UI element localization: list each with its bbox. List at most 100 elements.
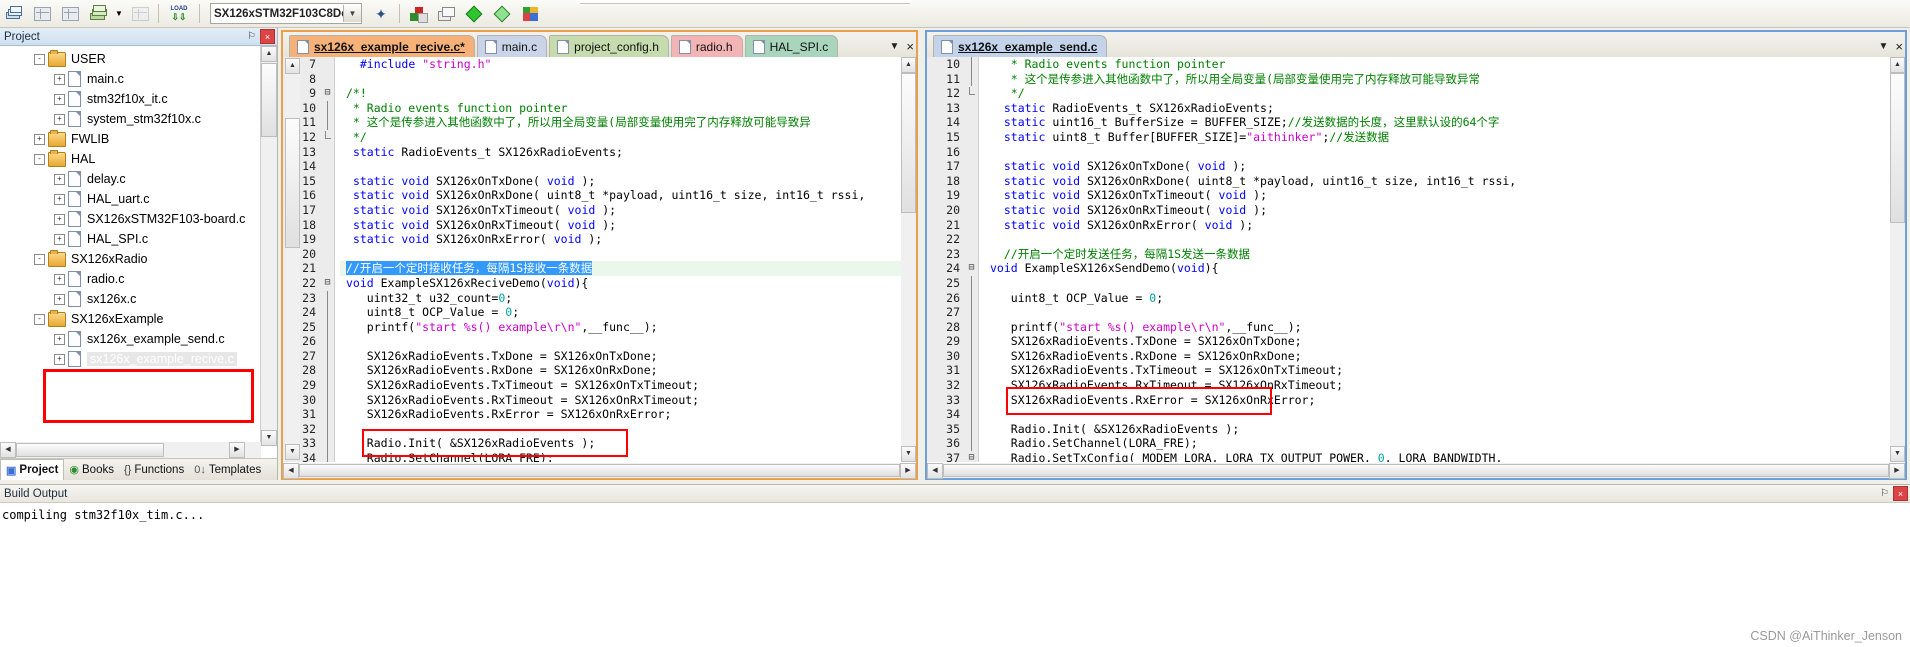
fold-toggle-icon[interactable]: ⊟ [321, 275, 334, 291]
code-line[interactable]: 23 uint32_t u32_count=0; [283, 290, 916, 306]
expand-icon[interactable]: + [54, 293, 65, 305]
scroll-down-arrow[interactable]: ▼ [285, 444, 300, 460]
code-line[interactable]: 27 [927, 305, 1905, 321]
code-line[interactable]: 21 static void SX126xOnRxError( void ); [927, 217, 1905, 233]
pin-icon[interactable]: ⚐ [245, 30, 258, 43]
workspace-vscrollbar[interactable]: ▲ ▼ [285, 58, 300, 460]
scroll-left-arrow[interactable]: ◀ [927, 462, 943, 479]
chevron-down-icon[interactable]: ▼ [343, 5, 361, 22]
code-line[interactable]: 18 static void SX126xOnRxDone( uint8_t *… [927, 173, 1905, 189]
code-line[interactable]: 36 Radio.SetChannel(LORA_FRE); [927, 436, 1905, 452]
fold-toggle-icon[interactable]: ⊟ [321, 86, 334, 101]
right-editor-tabstrip[interactable]: sx126x_example_send.c ▼ × [927, 32, 1905, 58]
tree-item-sx126xstm32f103-board-c[interactable]: + SX126xSTM32F103-board.c [0, 209, 260, 229]
tab-books[interactable]: ◉ Books [64, 460, 119, 480]
project-tree-hscrollbar[interactable]: ◀ ▶ [0, 442, 261, 458]
scroll-thumb[interactable] [261, 63, 277, 137]
code-line[interactable]: 26 uint8_t OCP_Value = 0; [927, 290, 1905, 306]
expand-icon[interactable]: + [54, 353, 65, 365]
code-line[interactable]: 20 [283, 246, 916, 262]
expand-icon[interactable]: + [34, 133, 45, 145]
batch-build-icon[interactable] [85, 2, 111, 26]
code-line[interactable]: 25 [927, 275, 1905, 291]
collapse-icon[interactable]: - [34, 253, 45, 265]
code-line[interactable]: 28 SX126xRadioEvents.RxDone = SX126xOnRx… [283, 363, 916, 379]
scroll-thumb[interactable] [901, 73, 916, 213]
scroll-down-arrow[interactable]: ▼ [1890, 446, 1905, 462]
close-icon[interactable]: × [1895, 39, 1903, 54]
code-line[interactable]: 16 [927, 144, 1905, 160]
tab-templates[interactable]: 0↓ Templates [189, 460, 266, 480]
expand-icon[interactable]: + [54, 173, 65, 185]
code-line[interactable]: 32 SX126xRadioEvents.RxTimeout = SX126xO… [927, 378, 1905, 394]
scroll-thumb[interactable] [1890, 73, 1905, 223]
project-pane-tabs[interactable]: ▣ Project ◉ Books{} Functions 0↓ Templates [0, 458, 277, 480]
collapse-icon[interactable]: - [34, 53, 45, 65]
code-line[interactable]: 19 static void SX126xOnRxError( void ); [283, 232, 916, 247]
green-diamond-icon[interactable] [461, 2, 487, 26]
scroll-thumb[interactable] [285, 118, 300, 248]
tree-item-hal_uart-c[interactable]: + HAL_uart.c [0, 189, 260, 209]
editor-tab-project_config-h[interactable]: project_config.h [549, 35, 669, 57]
editor-tab-radio-h[interactable]: radio.h [670, 35, 743, 57]
tree-item-hal_spi-c[interactable]: + HAL_SPI.c [0, 229, 260, 249]
tab-functions[interactable]: {} Functions [119, 460, 189, 480]
code-line[interactable]: 13 static RadioEvents_t SX126xRadioEvent… [283, 144, 916, 160]
close-icon[interactable]: × [260, 29, 275, 44]
left-editor-hscrollbar[interactable]: ◀ ▶ [283, 462, 916, 479]
manage-components-icon[interactable] [405, 2, 431, 26]
collapse-icon[interactable]: - [34, 153, 45, 165]
load-icon[interactable]: LOAD ⇩⇩ [164, 2, 194, 26]
code-line[interactable]: 31 SX126xRadioEvents.RxError = SX126xOnR… [283, 407, 916, 423]
tab-project[interactable]: ▣ Project [0, 459, 65, 480]
fold-toggle-icon[interactable]: ⊟ [965, 451, 978, 462]
tab-list-icon[interactable]: ▼ [1879, 41, 1889, 52]
code-line[interactable]: 26 [283, 334, 916, 350]
code-line[interactable]: 30 SX126xRadioEvents.RxTimeout = SX126xO… [283, 392, 916, 408]
code-line[interactable]: 14 [283, 159, 916, 174]
tree-item-sx126x_example_recive-c[interactable]: + sx126x_example_recive.c [0, 349, 260, 369]
right-editor-hscrollbar[interactable]: ◀ ▶ [927, 462, 1905, 479]
code-line[interactable]: 34 [927, 407, 1905, 423]
tree-item-system_stm32f10x-c[interactable]: + system_stm32f10x.c [0, 109, 260, 129]
scroll-up-arrow[interactable]: ▲ [285, 58, 300, 74]
right-code-area[interactable]: 10 * Radio events function pointer 11 * 这… [927, 57, 1905, 462]
code-line[interactable]: 8 [283, 71, 916, 87]
close-icon[interactable]: × [906, 39, 914, 54]
left-editor-tabstrip[interactable]: sx126x_example_recive.c* main.c project_co… [283, 32, 916, 58]
tree-item-sx126xradio[interactable]: - SX126xRadio [0, 249, 260, 269]
scroll-left-arrow[interactable]: ◀ [283, 462, 299, 479]
chevron-down-icon[interactable]: ▼ [113, 2, 125, 26]
code-line[interactable]: 29 SX126xRadioEvents.TxDone = SX126xOnTx… [927, 334, 1905, 350]
scroll-down-arrow[interactable]: ▼ [901, 446, 916, 462]
code-line[interactable]: 33 Radio.Init( &SX126xRadioEvents ); [283, 436, 916, 452]
tree-item-sx126x_example_send-c[interactable]: + sx126x_example_send.c [0, 329, 260, 349]
tree-item-main-c[interactable]: + main.c [0, 69, 260, 89]
tree-item-fwlib[interactable]: + FWLIB [0, 129, 260, 149]
tree-item-sx126xexample[interactable]: - SX126xExample [0, 309, 260, 329]
code-line[interactable]: 15 static void SX126xOnTxDone( void ); [283, 173, 916, 189]
scroll-right-arrow[interactable]: ▶ [1889, 462, 1905, 479]
download-icon[interactable] [29, 2, 55, 26]
code-line[interactable]: 27 SX126xRadioEvents.TxDone = SX126xOnTx… [283, 348, 916, 364]
code-line[interactable]: 31 SX126xRadioEvents.TxTimeout = SX126xO… [927, 363, 1905, 379]
tab-list-icon[interactable]: ▼ [890, 41, 900, 52]
code-line[interactable]: 23 //开启一个定时发送任务，每隔1S发送一条数据 [927, 246, 1905, 262]
code-line[interactable]: 10 * Radio events function pointer [283, 100, 916, 116]
expand-icon[interactable]: + [54, 233, 65, 245]
left-code-area[interactable]: 7 #include "string.h" 8 9 ⊟/*! 10 * Radio ev… [283, 57, 916, 462]
collapse-icon[interactable]: - [34, 313, 45, 325]
pin-icon[interactable]: ⚐ [1878, 487, 1891, 500]
editor-tab-sx126x_example_send-c[interactable]: sx126x_example_send.c [933, 35, 1108, 57]
code-line[interactable]: 30 SX126xRadioEvents.RxDone = SX126xOnRx… [927, 348, 1905, 364]
hscroll-thumb[interactable] [943, 464, 1889, 477]
expand-icon[interactable]: + [54, 273, 65, 285]
editor-tab-hal_spi-c[interactable]: HAL_SPI.c [744, 35, 839, 57]
scroll-up-arrow[interactable]: ▲ [1890, 57, 1905, 73]
expand-icon[interactable]: + [54, 333, 65, 345]
scroll-down-arrow[interactable]: ▼ [261, 430, 277, 446]
project-tree-scrollbar[interactable]: ▲ ▼ [260, 46, 277, 446]
code-line[interactable]: 9 ⊟/*! [283, 86, 916, 101]
code-line[interactable]: 37 ⊟ Radio.SetTxConfig( MODEM_LORA, LORA_… [927, 451, 1905, 462]
scroll-up-arrow[interactable]: ▲ [261, 46, 277, 62]
